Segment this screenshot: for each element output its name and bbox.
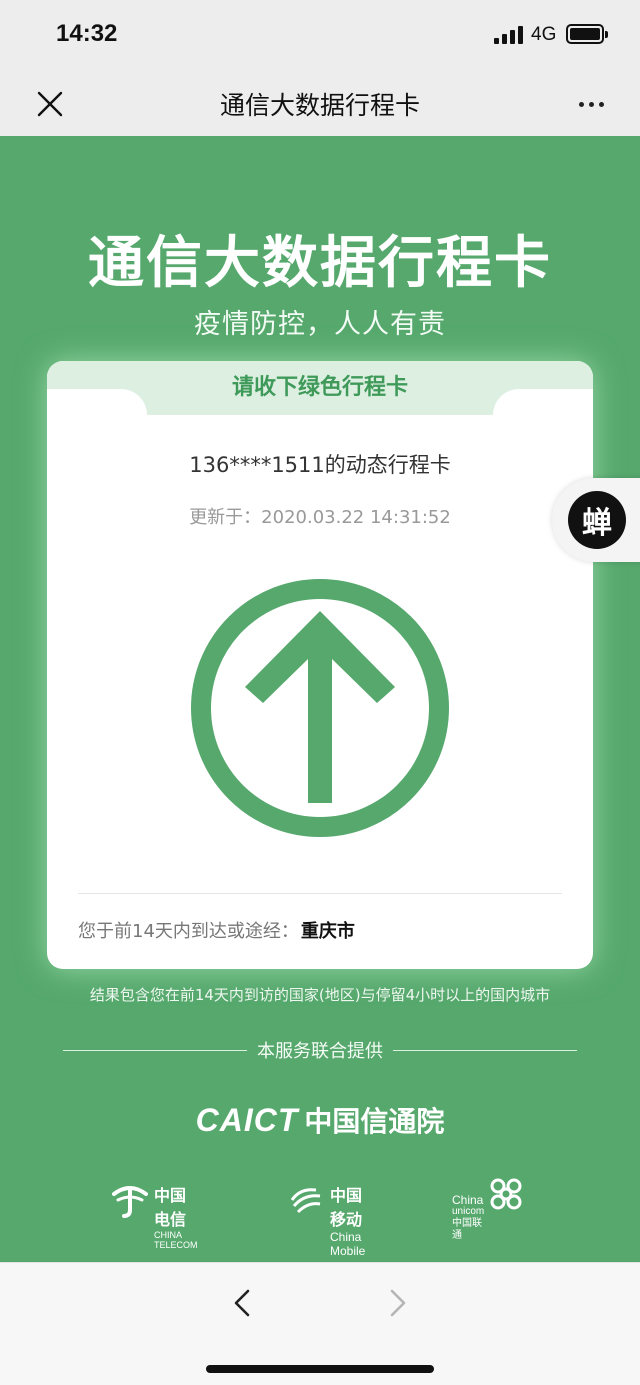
footnote: 结果包含您在前14天内到访的国家(地区)与停留4小时以上的国内城市 xyxy=(89,986,551,1004)
nav-bar: 通信大数据行程卡 xyxy=(0,70,640,136)
green-up-arrow-icon xyxy=(187,575,453,841)
provider-heading-text: 本服务联合提供 xyxy=(257,1041,383,1062)
back-button[interactable] xyxy=(222,1283,262,1323)
slogan: 疫情防控，人人有责 xyxy=(194,309,446,340)
page-title: 通信大数据行程卡 xyxy=(88,231,552,296)
more-dots-icon xyxy=(578,101,584,107)
network-label: 4G xyxy=(531,24,557,45)
badge-logo: 蝉 xyxy=(568,491,626,549)
divider xyxy=(78,893,562,894)
card-tab-label: 请收下绿色行程卡 xyxy=(147,361,493,415)
chevron-left-icon xyxy=(234,1289,250,1317)
nav-title: 通信大数据行程卡 xyxy=(219,91,420,120)
phone-line: 136****1511的动态行程卡 xyxy=(189,453,451,477)
home-indicator xyxy=(206,1365,434,1373)
floating-badge[interactable]: 蝉 xyxy=(552,478,640,562)
updated-time: 更新于：2020.03.22 14:31:52 xyxy=(189,507,451,528)
route-line: 您于前14天内到达或途经： 重庆市 xyxy=(78,917,355,943)
carrier-logos: 中国电信 CHINA TELECOM 中国移动 China Mobile Chi… xyxy=(110,1176,530,1258)
status-bar: 14:32 4G xyxy=(0,0,640,70)
more-button[interactable] xyxy=(568,84,614,124)
battery-icon xyxy=(566,24,608,44)
caict-logo: CAICT 中国信通院 xyxy=(195,1102,445,1138)
route-label: 您于前14天内到达或途经： xyxy=(78,921,299,942)
itinerary-card: 请收下绿色行程卡 136****1511的动态行程卡 更新于：2020.03.2… xyxy=(47,361,593,969)
provider-heading: 本服务联合提供 xyxy=(63,1038,577,1062)
chevron-right-icon xyxy=(390,1289,406,1317)
route-city: 重庆市 xyxy=(300,921,355,942)
status-time: 14:32 xyxy=(56,20,118,47)
bottom-nav xyxy=(0,1262,640,1385)
forward-button[interactable] xyxy=(378,1283,418,1323)
signal-icon xyxy=(494,26,524,44)
